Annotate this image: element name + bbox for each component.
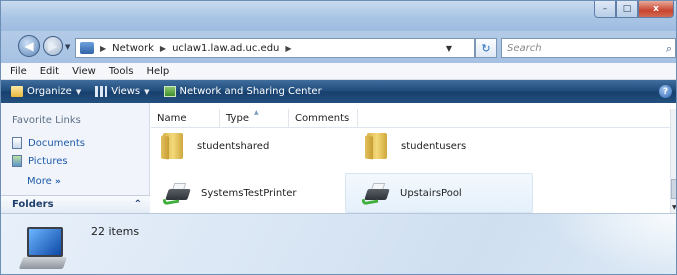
menu-file[interactable]: File — [10, 66, 27, 77]
back-button[interactable]: ◀ — [18, 35, 40, 57]
address-row: ◀ ▶ ▼ ▶ Network ▶ uclaw1.law.ad.uc.edu ▶… — [1, 31, 676, 63]
favorite-link-documents[interactable]: Documents — [12, 137, 85, 149]
scroll-down-icon[interactable]: ▼ — [672, 204, 676, 211]
recent-pages-dropdown[interactable]: ▼ — [65, 43, 70, 51]
breadcrumb-separator-icon[interactable]: ▶ — [160, 44, 166, 53]
command-bar: Organize ▼ Views ▼ Network and Sharing C… — [1, 80, 676, 103]
documents-icon — [12, 137, 22, 149]
minimize-icon: – — [602, 3, 608, 14]
list-item-upstairspool[interactable]: UpstairsPool — [345, 173, 533, 213]
network-sharing-label: Network and Sharing Center — [179, 86, 322, 97]
maximize-icon: □ — [622, 3, 632, 14]
navigation-pane: Favorite Links Documents Pictures More »… — [1, 103, 150, 213]
favorite-link-pictures[interactable]: Pictures — [12, 155, 68, 167]
folders-label: Folders — [12, 199, 54, 210]
views-button[interactable]: Views ▼ — [95, 86, 150, 97]
favorite-link-label: Documents — [28, 137, 86, 149]
search-placeholder: Search — [507, 42, 542, 54]
address-dropdown-icon[interactable]: ▼ — [446, 44, 452, 53]
pictures-icon — [12, 155, 22, 167]
organize-icon — [11, 86, 23, 97]
views-icon — [95, 86, 108, 97]
breadcrumb-separator-icon[interactable]: ▶ — [285, 44, 291, 53]
chevron-down-icon: ▼ — [144, 87, 150, 96]
refresh-button[interactable]: ↻ — [475, 38, 497, 58]
breadcrumb-separator-icon[interactable]: ▶ — [100, 44, 106, 53]
breadcrumb-server[interactable]: uclaw1.law.ad.uc.edu — [172, 43, 279, 54]
address-bar[interactable]: ▶ Network ▶ uclaw1.law.ad.uc.edu ▶ ▼ — [75, 38, 475, 58]
organize-button[interactable]: Organize ▼ — [11, 86, 81, 97]
breadcrumb-network[interactable]: Network — [112, 43, 154, 54]
network-sharing-icon — [163, 86, 176, 97]
folder-icon — [161, 133, 189, 160]
forward-arrow-icon: ▶ — [48, 39, 58, 53]
menu-edit[interactable]: Edit — [40, 66, 59, 77]
close-icon: x — [653, 3, 659, 14]
search-input[interactable]: Search ⌕ — [501, 38, 676, 58]
forward-button[interactable]: ▶ — [43, 36, 63, 56]
file-list: Name Type Comments ▲ studentshared stude… — [151, 103, 676, 213]
column-header: Name Type Comments ▲ — [151, 109, 670, 128]
column-name[interactable]: Name — [151, 109, 220, 128]
favorite-link-label: Pictures — [28, 155, 68, 167]
menu-bar: File Edit View Tools Help — [1, 63, 676, 80]
column-comments[interactable]: Comments — [289, 109, 358, 128]
explorer-window: – □ x ◀ ▶ ▼ ▶ Network ▶ uclaw1.law.ad.uc… — [0, 0, 677, 275]
folder-icon — [365, 133, 393, 160]
menu-tools[interactable]: Tools — [109, 66, 134, 77]
back-arrow-icon: ◀ — [24, 39, 34, 53]
caption-buttons: – □ x — [594, 1, 674, 18]
decorative-swoosh — [548, 214, 676, 274]
close-button[interactable]: x — [638, 1, 674, 18]
more-links[interactable]: More » — [27, 176, 61, 187]
menu-view[interactable]: View — [72, 66, 96, 77]
maximize-button[interactable]: □ — [616, 1, 638, 18]
chevron-down-icon: ▼ — [75, 87, 82, 96]
item-label: studentusers — [401, 140, 467, 152]
list-item-studentshared[interactable]: studentshared — [161, 133, 270, 160]
chevron-up-icon: ⌃ — [133, 199, 142, 210]
item-count: 22 items — [91, 225, 140, 238]
views-label: Views — [111, 86, 141, 97]
help-icon: ? — [662, 86, 669, 97]
menu-help[interactable]: Help — [146, 66, 169, 77]
title-bar: – □ x — [1, 1, 676, 31]
item-label: UpstairsPool — [400, 187, 462, 199]
sort-arrow-icon: ▲ — [254, 109, 259, 116]
details-pane: 22 items — [1, 213, 676, 274]
vertical-scrollbar[interactable]: ▼ — [670, 109, 676, 213]
list-item-systemstestprinter[interactable]: SystemsTestPrinter — [162, 181, 297, 206]
printer-icon — [361, 181, 392, 206]
help-button[interactable]: ? — [659, 85, 672, 98]
folders-toggle[interactable]: Folders ⌃ — [1, 195, 150, 213]
minimize-button[interactable]: – — [594, 1, 616, 18]
list-item-studentusers[interactable]: studentusers — [365, 133, 467, 160]
double-chevron-icon: » — [54, 177, 61, 187]
item-label: studentshared — [197, 140, 270, 152]
network-icon — [80, 42, 94, 54]
network-sharing-center-button[interactable]: Network and Sharing Center — [163, 86, 322, 97]
printer-icon — [162, 181, 193, 206]
computer-icon — [18, 227, 68, 271]
refresh-icon: ↻ — [481, 41, 491, 55]
organize-label: Organize — [27, 86, 72, 97]
favorite-links-header: Favorite Links — [12, 115, 81, 126]
search-icon[interactable]: ⌕ — [666, 42, 672, 56]
more-label: More — [27, 176, 52, 187]
item-label: SystemsTestPrinter — [201, 187, 297, 199]
scrollbar-thumb[interactable] — [671, 179, 676, 199]
